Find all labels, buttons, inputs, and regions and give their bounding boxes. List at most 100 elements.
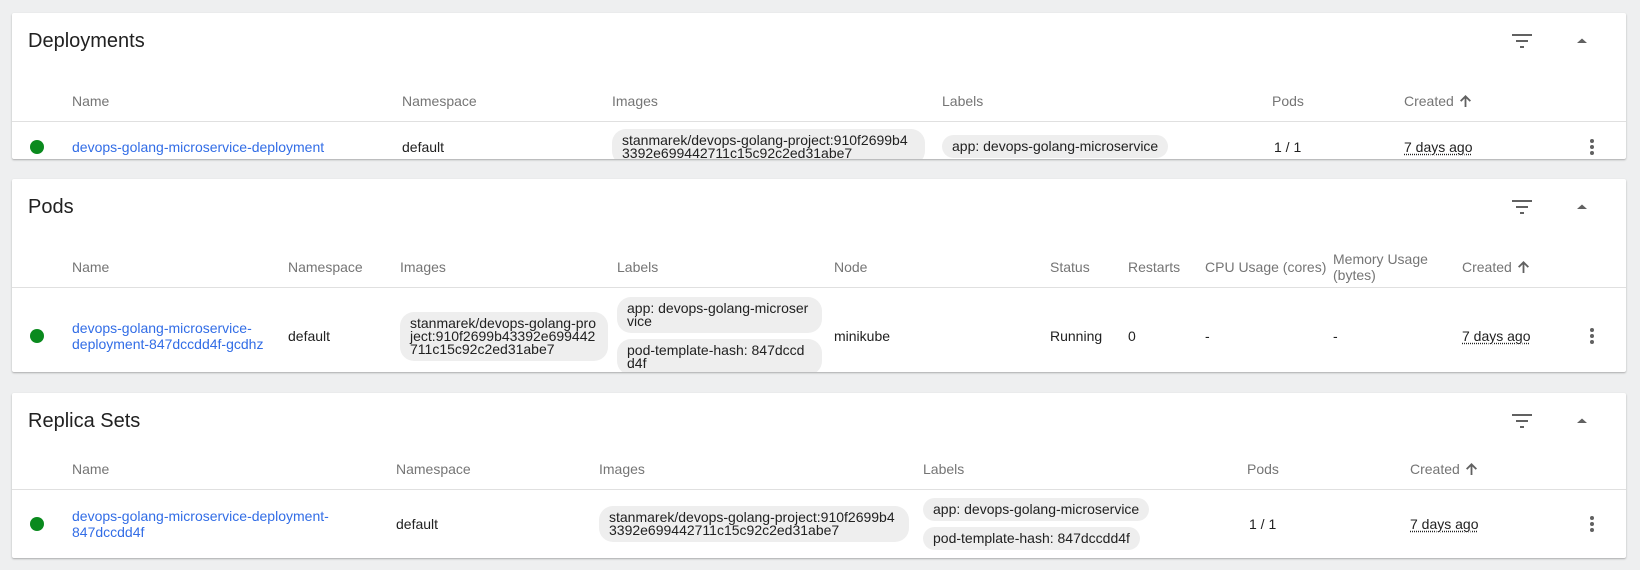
col-name[interactable]: Name <box>72 449 109 489</box>
label-chip: app: devops-golang-microservice <box>617 297 822 333</box>
deployments-title: Deployments <box>28 30 145 52</box>
chevron-up-icon <box>1577 38 1587 43</box>
pods-collapse-button[interactable] <box>1566 191 1598 223</box>
row-actions-button[interactable] <box>1578 490 1606 558</box>
replicasets-card: Replica Sets Name Namespace Images Label… <box>12 393 1626 558</box>
col-created-label: Created <box>1410 461 1460 477</box>
arrow-up-icon <box>1517 261 1529 273</box>
table-header: Name Namespace Images Labels Pods Create… <box>12 81 1626 122</box>
row-pods: 1 / 1 <box>1274 138 1302 155</box>
pods-table: Name Namespace Images Labels Node Status… <box>12 247 1626 372</box>
col-labels: Labels <box>617 259 659 275</box>
row-name-cell: devops-golang-microservice-deployment-84… <box>72 288 282 372</box>
label-chip: pod-template-hash: 847dccdd4f <box>923 527 1140 550</box>
row-images: stanmarek/devops-golang-project:910f2699… <box>612 122 927 159</box>
col-pods: Pods <box>1247 461 1279 477</box>
status-icon <box>30 122 44 159</box>
row-labels: app: devops-golang-microservice pod-temp… <box>923 490 1163 558</box>
row-created: 7 days ago <box>1404 138 1473 155</box>
col-created-label: Created <box>1404 93 1454 109</box>
replicasets-filter-button[interactable] <box>1506 405 1538 437</box>
more-vert-icon <box>1590 328 1594 344</box>
row-created: 7 days ago <box>1410 516 1479 532</box>
col-status[interactable]: Status <box>1050 247 1090 287</box>
row-status: Running <box>1050 328 1103 344</box>
row-created-cell: 7 days ago <box>1462 288 1531 372</box>
row-memory: - <box>1333 328 1338 344</box>
row-actions-button[interactable] <box>1578 122 1606 159</box>
col-created-label: Created <box>1462 259 1512 275</box>
row-actions-button[interactable] <box>1578 288 1606 372</box>
row-namespace: default <box>402 138 445 155</box>
row-images: stanmarek/devops-golang-project:910f2699… <box>400 288 608 372</box>
col-memory: Memory Usage (bytes) <box>1333 251 1428 283</box>
deployment-name-link[interactable]: devops-golang-microservice-deployment <box>72 140 324 154</box>
pods-filter-button[interactable] <box>1506 191 1538 223</box>
row-labels: app: devops-golang-microservice pod-temp… <box>617 288 823 372</box>
table-row: devops-golang-microservice-deployment-84… <box>12 288 1626 372</box>
filter-icon <box>1512 200 1532 214</box>
row-restarts: 0 <box>1128 328 1136 344</box>
deployments-card: Deployments Name Namespace Images Labels… <box>12 13 1626 159</box>
pod-name-link[interactable]: devops-golang-microservice-deployment-84… <box>72 320 282 352</box>
col-namespace[interactable]: Namespace <box>288 247 363 287</box>
table-header: Name Namespace Images Labels Pods Create… <box>12 449 1626 490</box>
label-chip: app: devops-golang-microservice <box>923 498 1150 521</box>
row-name-cell: devops-golang-microservice-deployment <box>72 122 324 159</box>
row-created: 7 days ago <box>1462 328 1531 344</box>
col-cpu: CPU Usage (cores) <box>1205 259 1327 275</box>
filter-icon <box>1512 414 1532 428</box>
image-chip: stanmarek/devops-golang-project:910f2699… <box>612 128 925 159</box>
deployments-table: Name Namespace Images Labels Pods Create… <box>12 81 1626 159</box>
col-name[interactable]: Name <box>72 81 109 121</box>
table-row: devops-golang-microservice-deployment de… <box>12 122 1626 159</box>
more-vert-icon <box>1590 516 1594 532</box>
label-chip: pod-template-hash: 847dccdd4f <box>617 339 822 372</box>
chevron-up-icon <box>1577 204 1587 209</box>
row-created-cell: 7 days ago <box>1404 122 1473 159</box>
pods-title: Pods <box>28 196 74 218</box>
col-namespace[interactable]: Namespace <box>402 81 477 121</box>
status-icon <box>30 288 44 372</box>
table-header: Name Namespace Images Labels Node Status… <box>12 247 1626 288</box>
replicaset-name-link[interactable]: devops-golang-microservice-deployment-84… <box>72 508 332 540</box>
col-images: Images <box>599 461 645 477</box>
filter-icon <box>1512 34 1532 48</box>
col-pods: Pods <box>1272 93 1304 109</box>
image-chip: stanmarek/devops-golang-project:910f2699… <box>400 311 608 361</box>
col-name[interactable]: Name <box>72 247 109 287</box>
deployments-collapse-button[interactable] <box>1566 25 1598 57</box>
replicasets-collapse-button[interactable] <box>1566 405 1598 437</box>
chevron-up-icon <box>1577 418 1587 423</box>
status-icon <box>30 490 44 558</box>
col-images: Images <box>400 259 446 275</box>
pods-card: Pods Name Namespace Images Labels Node S… <box>12 179 1626 372</box>
row-cpu: - <box>1205 328 1210 344</box>
replicasets-title: Replica Sets <box>28 410 141 432</box>
row-name-cell: devops-golang-microservice-deployment-84… <box>72 490 332 558</box>
row-namespace: default <box>396 516 439 532</box>
col-created[interactable]: Created <box>1404 81 1471 121</box>
col-images: Images <box>612 93 658 109</box>
deployments-filter-button[interactable] <box>1506 25 1538 57</box>
col-namespace[interactable]: Namespace <box>396 449 471 489</box>
col-labels: Labels <box>942 93 984 109</box>
col-created[interactable]: Created <box>1410 449 1477 489</box>
row-labels: app: devops-golang-microservice <box>942 122 1182 159</box>
col-labels: Labels <box>923 461 965 477</box>
row-created-cell: 7 days ago <box>1410 490 1479 558</box>
col-node[interactable]: Node <box>834 247 867 287</box>
col-created[interactable]: Created <box>1462 247 1529 287</box>
row-images: stanmarek/devops-golang-project:910f2699… <box>599 490 909 558</box>
col-restarts: Restarts <box>1128 259 1181 275</box>
label-chip: app: devops-golang-microservice <box>942 135 1169 158</box>
row-namespace: default <box>288 328 331 344</box>
arrow-up-icon <box>1465 463 1477 475</box>
row-pods: 1 / 1 <box>1249 516 1277 532</box>
replicasets-table: Name Namespace Images Labels Pods Create… <box>12 449 1626 558</box>
more-vert-icon <box>1590 138 1594 155</box>
row-node: minikube <box>834 328 891 344</box>
arrow-up-icon <box>1459 95 1471 107</box>
image-chip: stanmarek/devops-golang-project:910f2699… <box>599 506 909 542</box>
table-row: devops-golang-microservice-deployment-84… <box>12 490 1626 558</box>
